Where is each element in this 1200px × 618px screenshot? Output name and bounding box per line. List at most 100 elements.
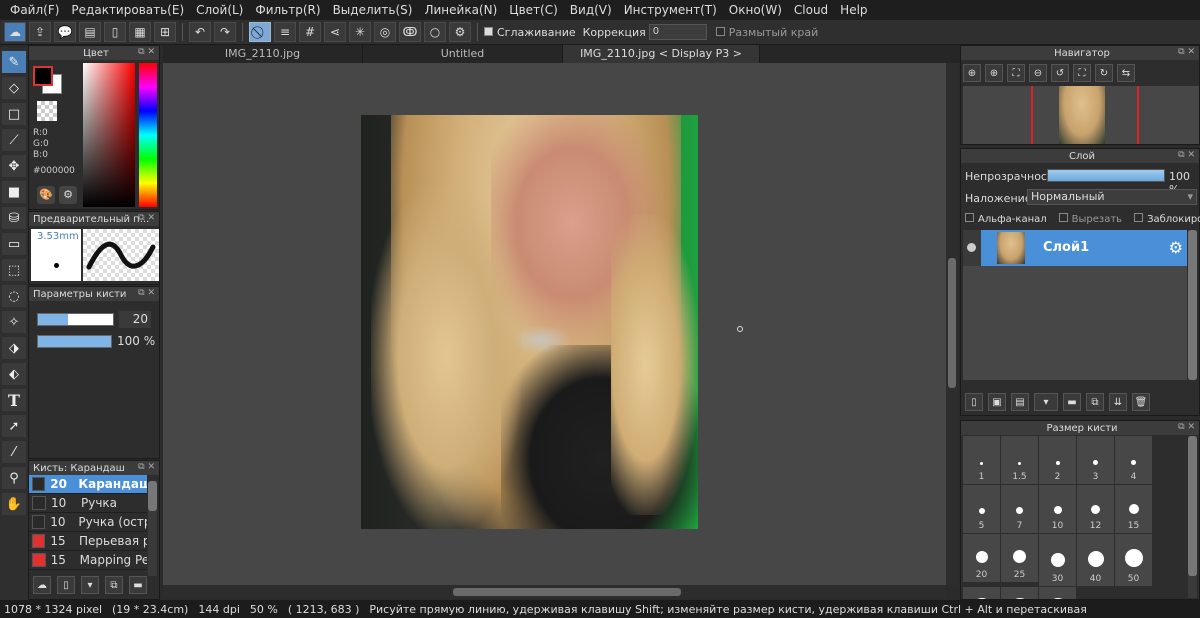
crosshatch-ruler-icon[interactable]: #	[299, 22, 321, 42]
layer-opacity-slider[interactable]	[1047, 169, 1165, 182]
brush-list-item[interactable]: 15 Mapping Pe	[29, 551, 147, 570]
blend-mode-select[interactable]: Нормальный ▾	[1027, 189, 1197, 205]
menu-item[interactable]: Файл(F)	[4, 3, 65, 17]
magic-wand-tool-icon[interactable]: ✧	[2, 311, 26, 333]
shape-tool-icon[interactable]: □	[2, 103, 26, 125]
document-icon[interactable]: ▯	[104, 22, 126, 42]
layer-list-scrollbar[interactable]	[1188, 230, 1197, 380]
bucket-tool-icon[interactable]: ⛁	[2, 207, 26, 229]
brush-size-cell[interactable]: 40	[1077, 534, 1114, 586]
flip-icon[interactable]: ⇆	[1117, 64, 1135, 82]
brush-size-cell[interactable]: 1.5	[1001, 436, 1038, 484]
menu-item[interactable]: Вид(V)	[564, 3, 618, 17]
menu-item[interactable]: Инструмент(T)	[618, 3, 723, 17]
brush-list-item[interactable]: 20 Карандаш	[29, 475, 147, 494]
canvas-area[interactable]	[163, 63, 946, 585]
zoom-in-icon[interactable]: ⊕	[985, 64, 1003, 82]
clip-checkbox[interactable]: Вырезать	[1058, 213, 1122, 225]
eraser-tool-icon[interactable]: ◇	[2, 77, 26, 99]
new-halftone-layer-icon[interactable]: ▣	[988, 393, 1006, 411]
brush-size-cell[interactable]: 4	[1115, 436, 1152, 484]
brush-size-slider[interactable]	[37, 313, 114, 326]
gradient-tool-icon[interactable]: ▭	[2, 233, 26, 255]
brush-size-scrollbar[interactable]	[1188, 436, 1197, 598]
select-eraser-tool-icon[interactable]: ⬖	[2, 363, 26, 385]
hand-tool-icon[interactable]: ✋	[2, 493, 26, 515]
radial-ruler-icon[interactable]: ✳	[349, 22, 371, 42]
menu-item[interactable]: Цвет(C)	[503, 3, 564, 17]
operation-tool-icon[interactable]: ➚	[2, 415, 26, 437]
undo-icon[interactable]: ↶	[189, 22, 211, 42]
brush-opacity-slider[interactable]	[37, 335, 112, 348]
brush-size-cell[interactable]: 150	[1039, 587, 1076, 599]
layer-row[interactable]: Слой1 ⚙	[963, 230, 1187, 266]
menu-item[interactable]: Фильтр(R)	[249, 3, 326, 17]
chat-icon[interactable]: 💬	[54, 22, 76, 42]
eyedropper-tool-icon[interactable]: ⚲	[2, 467, 26, 489]
delete-layer-icon[interactable]: 🗑	[1132, 393, 1150, 411]
line-tool-icon[interactable]: ⟋	[2, 129, 26, 151]
document-tab[interactable]: IMG_2110.jpg < Display P3 >	[563, 45, 760, 63]
palette-settings-icon[interactable]: ⚙	[59, 186, 77, 204]
grid-icon[interactable]: ⊞	[154, 22, 176, 42]
rect-select-tool-icon[interactable]: ⬚	[2, 259, 26, 281]
hue-slider[interactable]	[139, 63, 157, 207]
transparent-color[interactable]	[37, 101, 57, 121]
template-icon[interactable]: ▦	[129, 22, 151, 42]
zoom-out-icon[interactable]: ⊖	[1029, 64, 1047, 82]
divide-tool-icon[interactable]: ⁄	[2, 441, 26, 463]
new-layer-icon[interactable]: ▯	[965, 393, 983, 411]
curve-ruler-icon[interactable]: ↂ	[399, 22, 421, 42]
correction-select[interactable]: 0	[648, 24, 707, 40]
share-icon[interactable]: ⇪	[29, 22, 51, 42]
brush-size-value[interactable]: 20	[119, 311, 151, 328]
foreground-color[interactable]	[33, 66, 53, 86]
menu-item[interactable]: Help	[834, 3, 873, 17]
ellipse-ruler-icon[interactable]: ○	[424, 22, 446, 42]
menu-item[interactable]: Слой(L)	[190, 3, 249, 17]
brush-size-cell[interactable]: 1	[963, 436, 1000, 484]
brush-size-cell[interactable]: 5	[963, 485, 1000, 533]
palette-icon[interactable]: 🎨	[37, 186, 55, 204]
canvas-image[interactable]	[361, 115, 698, 529]
brush-list-item[interactable]: 10 Ручка (остр	[29, 513, 147, 532]
brush-size-cell[interactable]: 2	[1039, 436, 1076, 484]
brush-folder-icon[interactable]: ▬	[129, 576, 147, 594]
redo-icon[interactable]: ↷	[214, 22, 236, 42]
brush-size-cell[interactable]: 12	[1077, 485, 1114, 533]
menu-item[interactable]: Cloud	[788, 3, 834, 17]
brush-size-cell[interactable]: 3	[1077, 436, 1114, 484]
brush-new-icon[interactable]: ▯	[57, 576, 75, 594]
document-tab[interactable]: Untitled	[363, 45, 563, 63]
menu-item[interactable]: Редактировать(E)	[65, 3, 190, 17]
brush-copy-icon[interactable]: ⧉	[105, 576, 123, 594]
brush-cloud-icon[interactable]: ☁	[33, 576, 51, 594]
lock-checkbox[interactable]: Заблокировать	[1134, 213, 1200, 225]
brush-size-cell[interactable]: 20	[963, 534, 1000, 582]
comment-icon[interactable]: ▤	[79, 22, 101, 42]
brush-size-cell[interactable]: 10	[1039, 485, 1076, 533]
brush-list-item[interactable]: 15 Перьевая р	[29, 532, 147, 551]
zoom-fit-icon[interactable]: ⊕	[963, 64, 981, 82]
lasso-tool-icon[interactable]: ◌	[2, 285, 26, 307]
fit-screen-icon[interactable]: ⛶	[1073, 64, 1091, 82]
brush-size-cell[interactable]: 25	[1001, 534, 1038, 582]
move-tool-icon[interactable]: ✥	[2, 155, 26, 177]
ruler-off-icon[interactable]: ⃠	[249, 22, 271, 42]
antialias-checkbox[interactable]: Сглаживание	[484, 26, 576, 39]
layer-settings-icon[interactable]: ⚙	[1169, 238, 1183, 257]
layer-folder-icon[interactable]: ▬	[1063, 393, 1081, 411]
brush-list-item[interactable]: 10 Ручка	[29, 494, 147, 513]
parallel-ruler-icon[interactable]: ≡	[274, 22, 296, 42]
menu-item[interactable]: Окно(W)	[723, 3, 788, 17]
canvas-horizontal-scrollbar[interactable]	[163, 585, 946, 598]
brush-size-cell[interactable]: 7	[1001, 485, 1038, 533]
menu-item[interactable]: Линейка(N)	[418, 3, 503, 17]
brush-size-cell[interactable]: 30	[1039, 534, 1076, 586]
brush-size-cell[interactable]: 100	[1001, 587, 1038, 599]
rotate-right-icon[interactable]: ↻	[1095, 64, 1113, 82]
gear-icon[interactable]: ⚙	[449, 22, 471, 42]
canvas-vertical-scrollbar[interactable]	[946, 63, 958, 585]
brush-size-cell[interactable]: 50	[1115, 534, 1152, 586]
menu-item[interactable]: Выделить(S)	[327, 3, 419, 17]
